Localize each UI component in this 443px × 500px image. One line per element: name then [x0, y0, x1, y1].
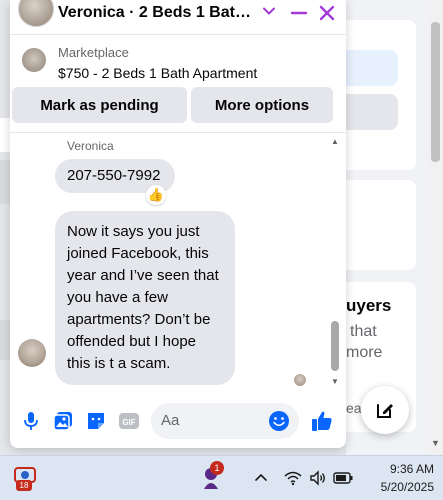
background-card [346, 180, 416, 270]
minimize-icon[interactable] [288, 2, 310, 24]
message-scrollbar[interactable]: ▲ ▼ [328, 133, 342, 391]
mark-as-pending-button[interactable]: Mark as pending [12, 87, 187, 123]
gif-icon[interactable]: GIF [118, 410, 140, 432]
chat-window: Veronica · 2 Beds 1 Bath A... Marketplac… [10, 0, 346, 448]
more-options-button[interactable]: More options [191, 87, 333, 123]
thumbs-up-icon[interactable] [310, 409, 334, 433]
compose-icon [377, 404, 393, 418]
background-left-card [0, 160, 10, 204]
contact-avatar[interactable] [18, 0, 54, 27]
emoji-icon[interactable] [268, 410, 290, 432]
background-text: more [346, 344, 383, 361]
message-composer: GIF Aa [10, 392, 346, 448]
message-scrollbar-thumb[interactable] [331, 321, 339, 371]
read-receipt-avatar [294, 374, 306, 386]
notification-badge: 1 [210, 461, 224, 475]
sender-name: Veronica [67, 139, 114, 153]
listing-banner[interactable]: Marketplace $750 - 2 Beds 1 Bath Apartme… [10, 34, 346, 86]
sticker-icon[interactable] [85, 410, 107, 432]
page-scrollbar-thumb[interactable] [431, 22, 440, 162]
svg-text:GIF: GIF [122, 418, 135, 427]
background-text: that [350, 323, 377, 340]
chat-title[interactable]: Veronica · 2 Beds 1 Bath A... [58, 4, 258, 22]
battery-icon[interactable] [333, 471, 353, 485]
scroll-down-arrow-icon[interactable]: ▼ [331, 377, 339, 386]
background-left-card [0, 118, 10, 152]
message-bubble[interactable]: Now it says you just joined Facebook, th… [55, 211, 235, 385]
chevron-down-icon[interactable] [262, 4, 276, 18]
thumbs-up-reaction-icon[interactable]: 👍 [146, 185, 166, 205]
taskbar: 18 1 9:36 AM 5/20/2025 [0, 455, 443, 500]
chevron-up-icon[interactable] [254, 471, 268, 485]
scroll-up-arrow-icon[interactable]: ▲ [331, 137, 339, 146]
message-list[interactable]: Veronica 207-550-7992 👍 Now it says you … [10, 132, 346, 390]
scroll-down-arrow-icon[interactable]: ▼ [431, 438, 440, 448]
photo-icon[interactable] [52, 410, 74, 432]
listing-title[interactable]: $750 - 2 Beds 1 Bath Apartment [58, 65, 257, 81]
clock-time[interactable]: 9:36 AM [372, 462, 434, 476]
new-message-button[interactable] [361, 386, 409, 434]
clock-date[interactable]: 5/20/2025 [366, 480, 434, 494]
chat-header[interactable]: Veronica · 2 Beds 1 Bath A... [10, 0, 346, 30]
close-icon[interactable] [316, 2, 338, 24]
background-blue-button[interactable] [346, 50, 398, 86]
notification-badge: 18 [16, 480, 32, 491]
listing-source: Marketplace [58, 45, 129, 60]
microphone-icon[interactable] [20, 410, 42, 432]
volume-icon[interactable] [309, 469, 327, 487]
sender-avatar [18, 339, 46, 367]
wifi-icon[interactable] [284, 470, 302, 486]
listing-thumbnail [22, 48, 46, 72]
background-gray-button[interactable] [346, 94, 398, 130]
background-left-card [0, 320, 10, 360]
background-heading: uyers [346, 296, 392, 315]
